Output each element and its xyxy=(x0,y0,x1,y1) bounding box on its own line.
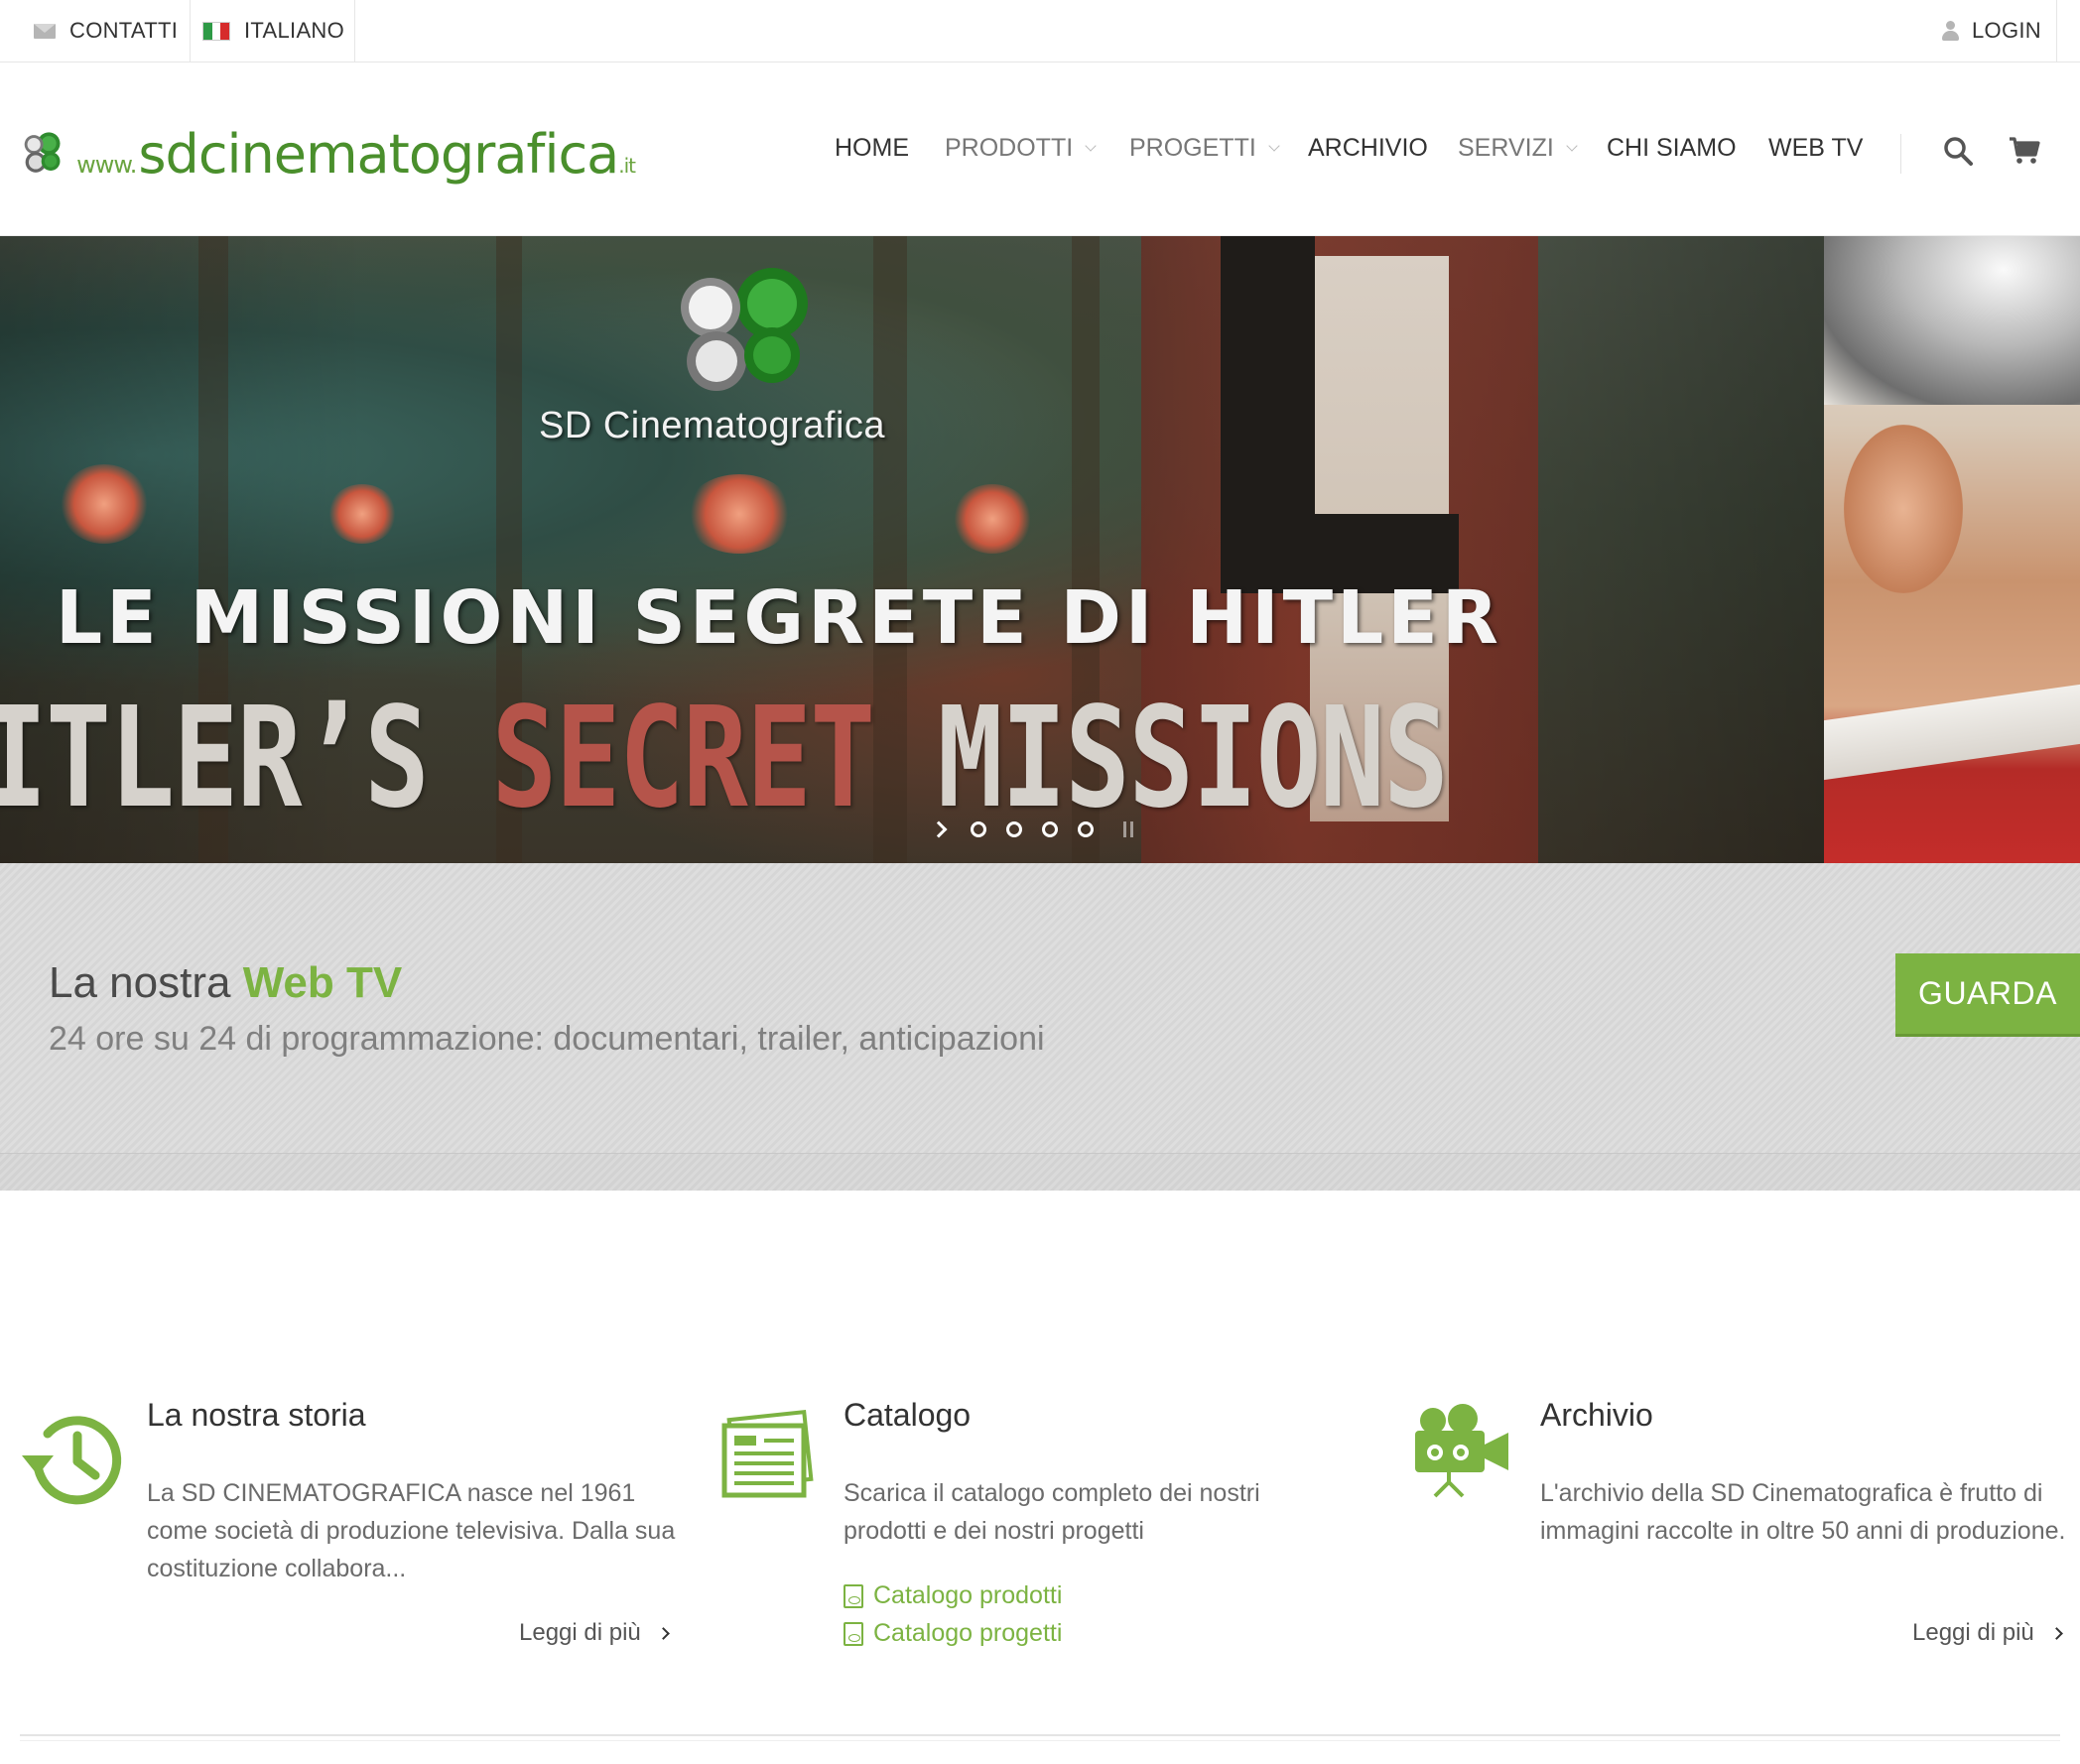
section-divider xyxy=(20,1734,2060,1736)
mail-icon xyxy=(34,23,56,39)
topbar-divider xyxy=(2056,0,2057,62)
slide-image: SD Cinematografica LE MISSIONI SEGRETE D… xyxy=(0,236,1824,863)
logo-wordmark: www. sdcinematografica .it xyxy=(76,122,636,186)
logo-name: sdcinematografica xyxy=(138,122,619,186)
slide-decoration xyxy=(1844,425,1963,593)
top-bar: CONTATTI ITALIANO LOGIN xyxy=(0,0,2080,63)
catalogo-prodotti-link[interactable]: Catalogo prodotti xyxy=(844,1581,1062,1610)
nav-home[interactable]: HOME xyxy=(835,134,909,163)
topbar-divider xyxy=(190,0,191,62)
topbar-divider xyxy=(354,0,355,62)
nav-divider xyxy=(1900,134,1901,174)
link-label: Catalogo progetti xyxy=(873,1619,1063,1647)
next-slide-preview[interactable] xyxy=(1824,236,2080,863)
slider-dot[interactable] xyxy=(1042,821,1058,837)
slide-decoration xyxy=(60,464,149,544)
nav-archivio[interactable]: ARCHIVIO xyxy=(1308,134,1428,163)
site-header: www. sdcinematografica .it HOME PRODOTTI… xyxy=(0,63,2080,236)
slide-decoration xyxy=(1824,236,2080,405)
nav-progetti[interactable]: PROGETTI xyxy=(1129,134,1280,163)
pdf-icon xyxy=(844,1621,863,1646)
slide-decoration xyxy=(327,484,397,544)
nav-prodotti[interactable]: PRODOTTI xyxy=(945,134,1097,163)
link-label: Catalogo prodotti xyxy=(873,1581,1063,1609)
slide-brand: SD Cinematografica xyxy=(539,405,886,446)
nav-label: CHI SIAMO xyxy=(1607,134,1737,162)
storia-title: La nostra storia xyxy=(147,1397,366,1433)
slide-title-part: SECRET xyxy=(491,678,875,839)
video-camera-icon xyxy=(1415,1404,1508,1498)
read-more-label: Leggi di più xyxy=(519,1619,641,1646)
webtv-title: La nostra Web TV xyxy=(49,958,402,1008)
user-icon xyxy=(1942,21,1959,41)
site-logo[interactable]: www. sdcinematografica .it xyxy=(20,104,636,203)
logo-www: www. xyxy=(76,150,137,179)
chevron-down-icon xyxy=(1268,140,1280,152)
language-selector[interactable]: ITALIANO xyxy=(202,0,344,62)
chevron-right-icon xyxy=(2049,1626,2063,1640)
nav-label: PRODOTTI xyxy=(945,134,1074,162)
chevron-right-icon[interactable] xyxy=(930,820,948,838)
chevron-right-icon xyxy=(656,1626,670,1640)
webtv-title-prefix: La nostra xyxy=(49,958,243,1007)
slide-title-italian: LE MISSIONI SEGRETE DI HITLER xyxy=(56,575,1502,661)
catalogo-progetti-link[interactable]: Catalogo progetti xyxy=(844,1619,1062,1648)
contacts-label: CONTATTI xyxy=(69,18,179,43)
nav-label: HOME xyxy=(835,134,909,162)
slider-dot[interactable] xyxy=(1006,821,1022,837)
pause-icon[interactable] xyxy=(1123,821,1133,837)
logo-tld: .it xyxy=(618,153,636,178)
slider-dot[interactable] xyxy=(1078,821,1094,837)
webtv-title-highlight: Web TV xyxy=(242,958,403,1007)
nav-label: PROGETTI xyxy=(1129,134,1256,162)
logo-reels-icon xyxy=(24,132,61,173)
nav-label: WEB TV xyxy=(1768,134,1864,162)
slider-dot[interactable] xyxy=(971,821,986,837)
read-more-label: Leggi di più xyxy=(1912,1619,2034,1646)
storia-read-more[interactable]: Leggi di più xyxy=(519,1619,670,1647)
storia-text: La SD CINEMATOGRAFICA nasce nel 1961 com… xyxy=(147,1479,676,1582)
newspaper-icon xyxy=(721,1410,814,1498)
webtv-subtitle: 24 ore su 24 di programmazione: document… xyxy=(49,1020,1045,1058)
pdf-icon xyxy=(844,1583,863,1608)
slide-decoration xyxy=(953,484,1032,554)
italy-flag-icon xyxy=(202,21,230,41)
archivio-title: Archivio xyxy=(1540,1397,1653,1433)
archivio-text: L'archivio della SD Cinematografica è fr… xyxy=(1540,1479,2066,1545)
slider-controls xyxy=(930,815,1133,844)
nav-label: ARCHIVIO xyxy=(1308,134,1428,162)
nav-chi-siamo[interactable]: CHI SIAMO xyxy=(1607,134,1737,163)
hero-slider[interactable]: SD Cinematografica LE MISSIONI SEGRETE D… xyxy=(0,236,2080,863)
search-icon[interactable] xyxy=(1943,136,1973,166)
login-link[interactable]: LOGIN xyxy=(1942,0,2041,62)
guarda-button[interactable]: GUARDA xyxy=(1895,953,2080,1037)
nav-web-tv[interactable]: WEB TV xyxy=(1768,134,1863,163)
section-divider xyxy=(20,1740,2060,1741)
chevron-down-icon xyxy=(1085,140,1097,152)
slide-title-part: ITLER’S xyxy=(0,678,492,839)
history-icon xyxy=(22,1416,122,1505)
nav-servizi[interactable]: SERVIZI xyxy=(1458,134,1578,163)
login-label: LOGIN xyxy=(1972,18,2041,43)
catalogo-text: Scarica il catalogo completo dei nostri … xyxy=(844,1479,1260,1545)
language-label: ITALIANO xyxy=(244,18,345,43)
chevron-down-icon xyxy=(1566,140,1578,152)
slide-logo-reels-icon xyxy=(681,268,808,391)
webtv-banner-bottom xyxy=(0,1153,2080,1191)
slide-decoration xyxy=(685,474,794,554)
slide-title-english: ITLER’S SECRET MISSIONS xyxy=(0,678,1449,839)
cart-icon[interactable] xyxy=(2009,136,2040,166)
catalogo-title: Catalogo xyxy=(844,1397,972,1433)
contacts-link[interactable]: CONTATTI xyxy=(34,0,178,62)
slide-decoration xyxy=(1824,684,2080,781)
archivio-read-more[interactable]: Leggi di più xyxy=(1912,1619,2063,1647)
nav-label: SERVIZI xyxy=(1458,134,1554,162)
